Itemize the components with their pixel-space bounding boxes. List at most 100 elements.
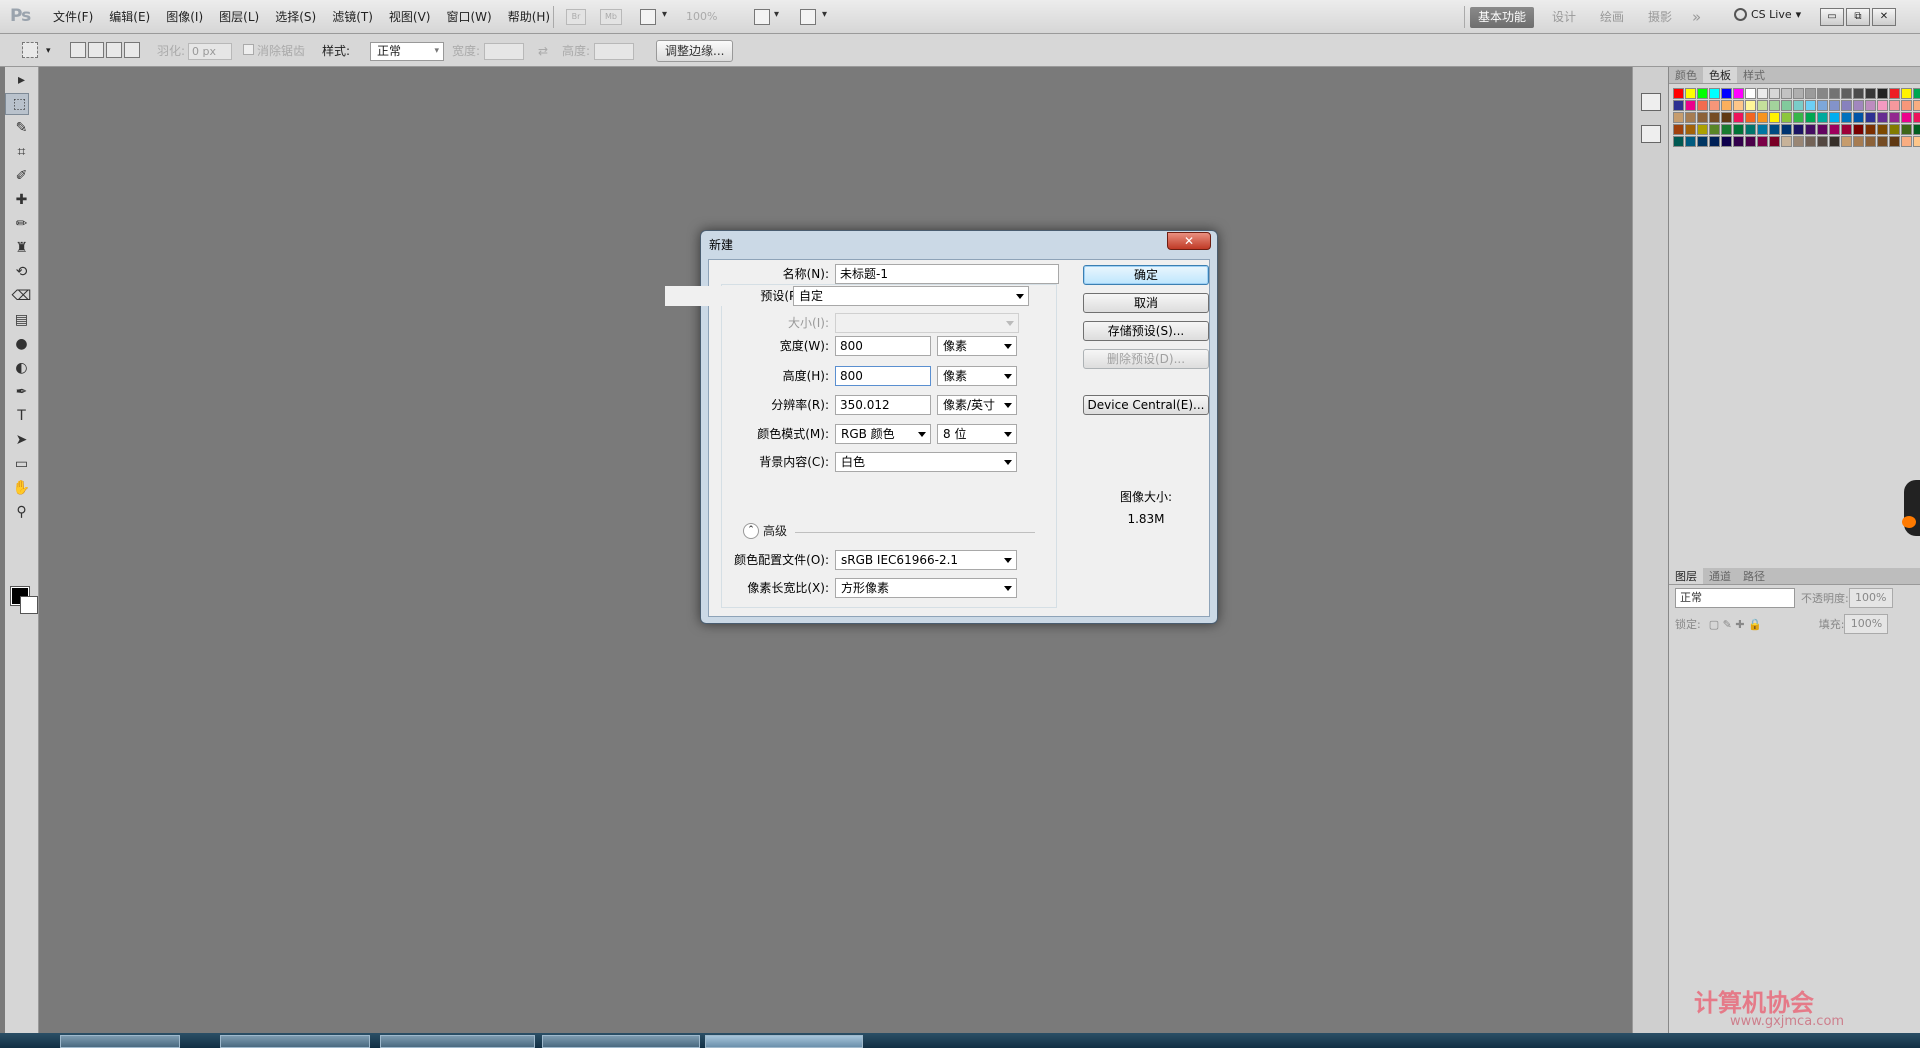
swap-icon[interactable]: ⇄ (538, 43, 548, 59)
mini-bridge-button[interactable]: Mb (600, 9, 622, 25)
menu-view[interactable]: 视图(V) (381, 0, 439, 34)
color-swatch[interactable] (1757, 88, 1768, 99)
cancel-button[interactable]: 取消 (1083, 293, 1209, 313)
more-workspaces-button[interactable]: » (1684, 7, 1709, 28)
color-swatch[interactable] (1685, 88, 1696, 99)
menu-file[interactable]: 文件(F) (45, 0, 101, 34)
color-mode-select[interactable]: RGB 颜色 (835, 424, 931, 444)
close-button[interactable]: ✕ (1872, 8, 1896, 26)
color-swatch[interactable] (1673, 88, 1684, 99)
resolution-unit-select[interactable]: 像素/英寸 (937, 395, 1017, 415)
color-swatch[interactable] (1877, 112, 1888, 123)
color-swatch[interactable] (1805, 88, 1816, 99)
blur-tool-icon[interactable]: ● (10, 333, 34, 355)
taskbar-item-active[interactable] (705, 1035, 863, 1048)
lock-icons[interactable]: ▢ ✎ ✚ 🔒 (1709, 618, 1799, 631)
cs-live-button[interactable]: CS Live ▾ (1734, 8, 1801, 21)
taskbar-item[interactable] (60, 1035, 180, 1048)
color-swatch[interactable] (1697, 112, 1708, 123)
width-input[interactable]: 800 (835, 336, 931, 356)
color-swatch[interactable] (1877, 124, 1888, 135)
color-swatch[interactable] (1889, 136, 1900, 147)
color-swatch[interactable] (1721, 100, 1732, 111)
color-swatch[interactable] (1685, 136, 1696, 147)
color-swatch[interactable] (1769, 88, 1780, 99)
arrange-documents-icon[interactable] (754, 9, 770, 25)
color-swatch[interactable] (1913, 88, 1920, 99)
color-swatch[interactable] (1913, 112, 1920, 123)
tab-color[interactable]: 颜色 (1669, 67, 1703, 83)
name-input[interactable]: 未标题-1 (835, 264, 1059, 284)
color-swatch[interactable] (1853, 88, 1864, 99)
color-swatch[interactable] (1721, 88, 1732, 99)
color-swatch[interactable] (1745, 100, 1756, 111)
background-color-swatch[interactable] (20, 596, 38, 614)
move-tool-icon[interactable]: ▸ (10, 69, 34, 91)
workspace-painting[interactable]: 绘画 (1592, 7, 1632, 28)
workspace-essentials[interactable]: 基本功能 (1470, 7, 1535, 28)
type-tool-icon[interactable]: T (10, 405, 34, 427)
menu-image[interactable]: 图像(I) (158, 0, 211, 34)
eraser-tool-icon[interactable]: ⌫ (10, 285, 34, 307)
chevron-down-icon[interactable]: ▾ (822, 9, 827, 20)
chevron-down-icon[interactable]: ▾ (662, 9, 667, 20)
color-swatch[interactable] (1901, 136, 1912, 147)
color-swatch[interactable] (1781, 112, 1792, 123)
color-swatch[interactable] (1769, 112, 1780, 123)
color-swatch[interactable] (1913, 124, 1920, 135)
color-swatch[interactable] (1841, 100, 1852, 111)
color-swatch[interactable] (1721, 112, 1732, 123)
color-swatch[interactable] (1697, 100, 1708, 111)
color-swatch[interactable] (1841, 88, 1852, 99)
color-swatch[interactable] (1901, 100, 1912, 111)
color-swatch[interactable] (1901, 112, 1912, 123)
color-swatch[interactable] (1709, 112, 1720, 123)
color-swatch[interactable] (1781, 100, 1792, 111)
tab-layers[interactable]: 图层 (1669, 568, 1703, 584)
color-swatch[interactable] (1829, 100, 1840, 111)
color-swatch[interactable] (1901, 88, 1912, 99)
color-swatch[interactable] (1757, 124, 1768, 135)
color-swatch[interactable] (1817, 88, 1828, 99)
color-swatch[interactable] (1733, 136, 1744, 147)
color-swatch[interactable] (1865, 88, 1876, 99)
screen-mode-icon[interactable] (800, 9, 816, 25)
bit-depth-select[interactable]: 8 位 (937, 424, 1017, 444)
color-swatch[interactable] (1673, 124, 1684, 135)
color-swatch[interactable] (1769, 136, 1780, 147)
style-select[interactable]: 正常 ▾ (370, 42, 444, 61)
color-swatch[interactable] (1853, 100, 1864, 111)
pixel-aspect-select[interactable]: 方形像素 (835, 578, 1017, 598)
color-swatch[interactable] (1829, 112, 1840, 123)
menu-filter[interactable]: 滤镜(T) (324, 0, 381, 34)
color-swatch[interactable] (1793, 136, 1804, 147)
color-swatch[interactable] (1841, 124, 1852, 135)
color-swatch[interactable] (1685, 112, 1696, 123)
color-swatch[interactable] (1901, 124, 1912, 135)
color-swatch[interactable] (1709, 100, 1720, 111)
color-swatch[interactable] (1889, 100, 1900, 111)
background-select[interactable]: 白色 (835, 452, 1017, 472)
color-swatch[interactable] (1685, 124, 1696, 135)
color-swatch[interactable] (1805, 136, 1816, 147)
color-swatch[interactable] (1781, 136, 1792, 147)
color-swatch[interactable] (1769, 100, 1780, 111)
height-input[interactable] (594, 43, 634, 60)
height-unit-select[interactable]: 像素 (937, 366, 1017, 386)
height-input[interactable]: 800 (835, 366, 931, 386)
taskbar-item[interactable] (542, 1035, 700, 1048)
color-swatch[interactable] (1781, 88, 1792, 99)
color-swatch[interactable] (1805, 112, 1816, 123)
zoom-level[interactable]: 100% (686, 9, 746, 25)
dodge-tool-icon[interactable]: ◐ (10, 357, 34, 379)
menu-window[interactable]: 窗口(W) (438, 0, 499, 34)
tab-swatches[interactable]: 色板 (1703, 67, 1737, 83)
taskbar-item[interactable] (380, 1035, 535, 1048)
workspace-design[interactable]: 设计 (1544, 7, 1584, 28)
healing-brush-tool-icon[interactable]: ✚ (10, 189, 34, 211)
tab-styles[interactable]: 样式 (1737, 67, 1771, 83)
color-swatch[interactable] (1697, 88, 1708, 99)
quick-select-tool-icon[interactable]: ✎ (10, 117, 34, 139)
taskbar-item[interactable] (220, 1035, 370, 1048)
color-swatch[interactable] (1793, 88, 1804, 99)
